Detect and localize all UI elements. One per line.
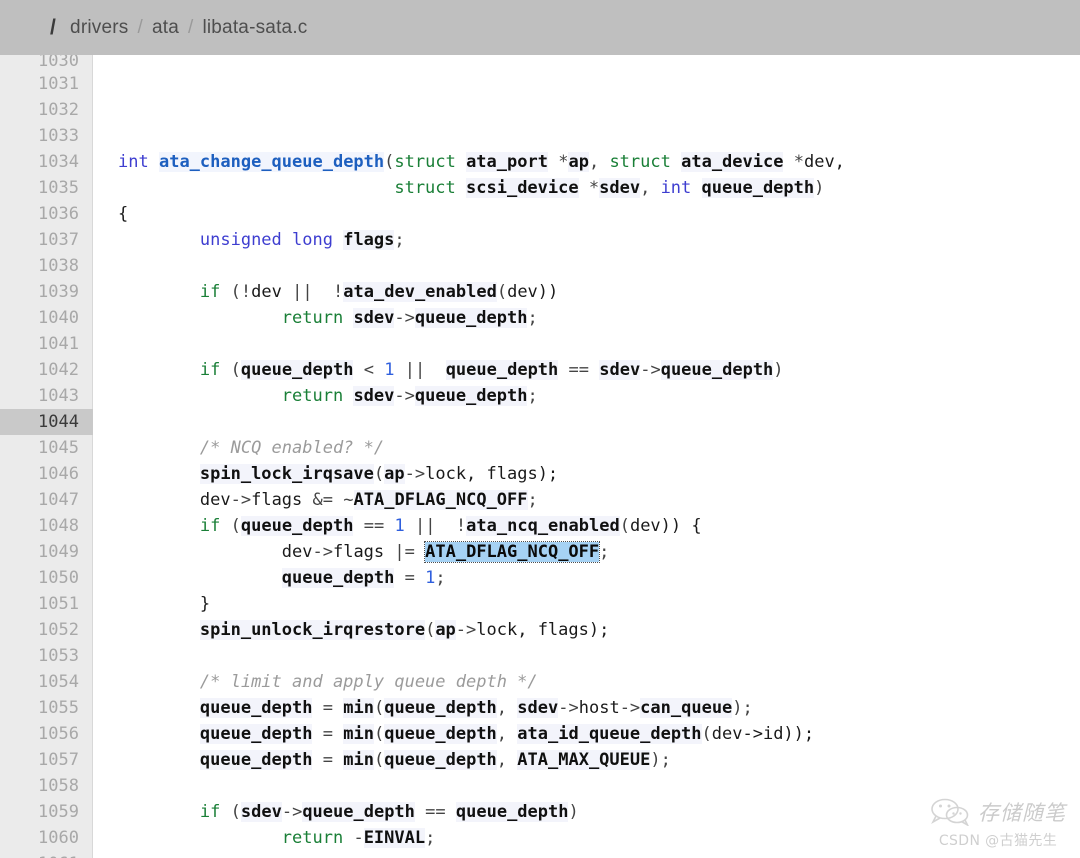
line-number[interactable]: 1039 bbox=[0, 279, 93, 305]
breadcrumb-separator: / bbox=[137, 16, 143, 38]
code-line-1050[interactable]: 1050 bbox=[0, 565, 1080, 591]
code-line-1056[interactable]: 1056 if (sdev->queue_depth == queue_dept… bbox=[0, 721, 1080, 822]
line-number[interactable]: 1045 bbox=[0, 435, 93, 461]
code-line-1057[interactable]: 1057 return -EINVAL; bbox=[0, 747, 1080, 848]
line-number: 1061 bbox=[0, 851, 93, 858]
code-line-1059[interactable]: 1059 return scsi_change_queue_depth(sdev… bbox=[0, 799, 1080, 825]
line-number[interactable]: 1040 bbox=[0, 305, 93, 331]
breadcrumb-item-file[interactable]: libata-sata.c bbox=[202, 17, 307, 39]
code-line-1045[interactable]: 1045 if (queue_depth == 1 || !ata_ncq_en… bbox=[0, 435, 1080, 536]
line-number[interactable]: 1031 bbox=[0, 71, 93, 97]
line-number-active[interactable]: 1044 bbox=[0, 409, 93, 435]
line-number[interactable]: 1047 bbox=[0, 487, 93, 513]
line-number[interactable]: 1033 bbox=[0, 123, 93, 149]
code-line-1037[interactable]: 1037 return sdev->queue_depth; bbox=[0, 227, 1080, 328]
code-line-1032[interactable]: 1032 struct scsi_device *sdev, int queue… bbox=[0, 97, 1080, 198]
line-number[interactable]: 1046 bbox=[0, 461, 93, 487]
code-line-1036[interactable]: 1036 if (!dev || !ata_dev_enabled(dev)) bbox=[0, 201, 1080, 302]
code-line-1052[interactable]: 1052 queue_depth = min(queue_depth, sdev… bbox=[0, 617, 1080, 718]
breadcrumb-item-drivers[interactable]: drivers bbox=[70, 17, 128, 39]
code-line-1051[interactable]: 1051 /* limit and apply queue depth */ bbox=[0, 591, 1080, 692]
line-number[interactable]: 1048 bbox=[0, 513, 93, 539]
line-number[interactable]: 1057 bbox=[0, 747, 93, 773]
code-line-1035[interactable]: 1035 bbox=[0, 175, 1080, 201]
code-line-1049[interactable]: 1049 spin_unlock_irqrestore(ap->lock, fl… bbox=[0, 539, 1080, 640]
code-line-1047[interactable]: 1047 queue_depth = 1; bbox=[0, 487, 1080, 588]
code-viewer[interactable]: 1030 } 1031 int ata_change_queue_depth(s… bbox=[0, 55, 1080, 858]
code-line-1053[interactable]: 1053 queue_depth = min(queue_depth, ata_… bbox=[0, 643, 1080, 744]
line-number[interactable]: 1058 bbox=[0, 773, 93, 799]
line-number[interactable]: 1043 bbox=[0, 383, 93, 409]
code-line-1034[interactable]: 1034 unsigned long flags; bbox=[0, 149, 1080, 250]
line-number[interactable]: 1041 bbox=[0, 331, 93, 357]
code-line-1055[interactable]: 1055 bbox=[0, 695, 1080, 721]
code-line-1048[interactable]: 1048 } bbox=[0, 513, 1080, 614]
line-number[interactable]: 1056 bbox=[0, 721, 93, 747]
line-number[interactable]: 1037 bbox=[0, 227, 93, 253]
code-line-1044[interactable]: 1044 dev->flags &= ~ATA_DFLAG_NCQ_OFF; bbox=[0, 409, 1080, 510]
line-number[interactable]: 1055 bbox=[0, 695, 93, 721]
line-number[interactable]: 1050 bbox=[0, 565, 93, 591]
line-number[interactable]: 1038 bbox=[0, 253, 93, 279]
line-number[interactable]: 1036 bbox=[0, 201, 93, 227]
line-number[interactable]: 1054 bbox=[0, 669, 93, 695]
code-line-1039[interactable]: 1039 if (queue_depth < 1 || queue_depth … bbox=[0, 279, 1080, 380]
code-line-1030: 1030 } bbox=[0, 55, 1080, 71]
line-number[interactable]: 1052 bbox=[0, 617, 93, 643]
line-number[interactable]: 1034 bbox=[0, 149, 93, 175]
code-line-1058[interactable]: 1058 bbox=[0, 773, 1080, 799]
code-line-1046[interactable]: 1046 dev->flags |= ATA_DFLAG_NCQ_OFF; bbox=[0, 461, 1080, 563]
line-number: 1030 bbox=[38, 55, 79, 71]
code-line-1043[interactable]: 1043 spin_lock_irqsave(ap->lock, flags); bbox=[0, 383, 1080, 484]
line-number[interactable]: 1053 bbox=[0, 643, 93, 669]
code-line-1040[interactable]: 1040 return sdev->queue_depth; bbox=[0, 305, 1080, 406]
line-number[interactable]: 1032 bbox=[0, 97, 93, 123]
code-line-1041[interactable]: 1041 bbox=[0, 331, 1080, 357]
code-line-1031[interactable]: 1031 int ata_change_queue_depth(struct a… bbox=[0, 71, 1080, 172]
line-number[interactable]: 1035 bbox=[0, 175, 93, 201]
breadcrumb-separator: / bbox=[187, 16, 194, 38]
line-number[interactable]: 1049 bbox=[0, 539, 93, 565]
code-line-1060[interactable]: 1060 } bbox=[0, 825, 1080, 851]
code-line-1042[interactable]: 1042 /* NCQ enabled? */ bbox=[0, 357, 1080, 458]
line-number[interactable]: 1060 bbox=[0, 825, 93, 851]
code-rows: 1030 } 1031 int ata_change_queue_depth(s… bbox=[0, 55, 1080, 858]
code-line-1033[interactable]: 1033 { bbox=[0, 123, 1080, 224]
code-line-1038[interactable]: 1038 bbox=[0, 253, 1080, 279]
line-number[interactable]: 1059 bbox=[0, 799, 93, 825]
breadcrumb-item-ata[interactable]: ata bbox=[152, 17, 179, 39]
breadcrumb: / drivers / ata / libata-sata.c bbox=[0, 0, 1080, 55]
code-line-1061: 1061 static int ata_ncq_prio_supported(s… bbox=[0, 851, 1080, 858]
line-number[interactable]: 1051 bbox=[0, 591, 93, 617]
code-line-1054[interactable]: 1054 queue_depth = min(queue_depth, ATA_… bbox=[0, 669, 1080, 770]
breadcrumb-root-separator: / bbox=[50, 15, 57, 39]
line-number[interactable]: 1042 bbox=[0, 357, 93, 383]
